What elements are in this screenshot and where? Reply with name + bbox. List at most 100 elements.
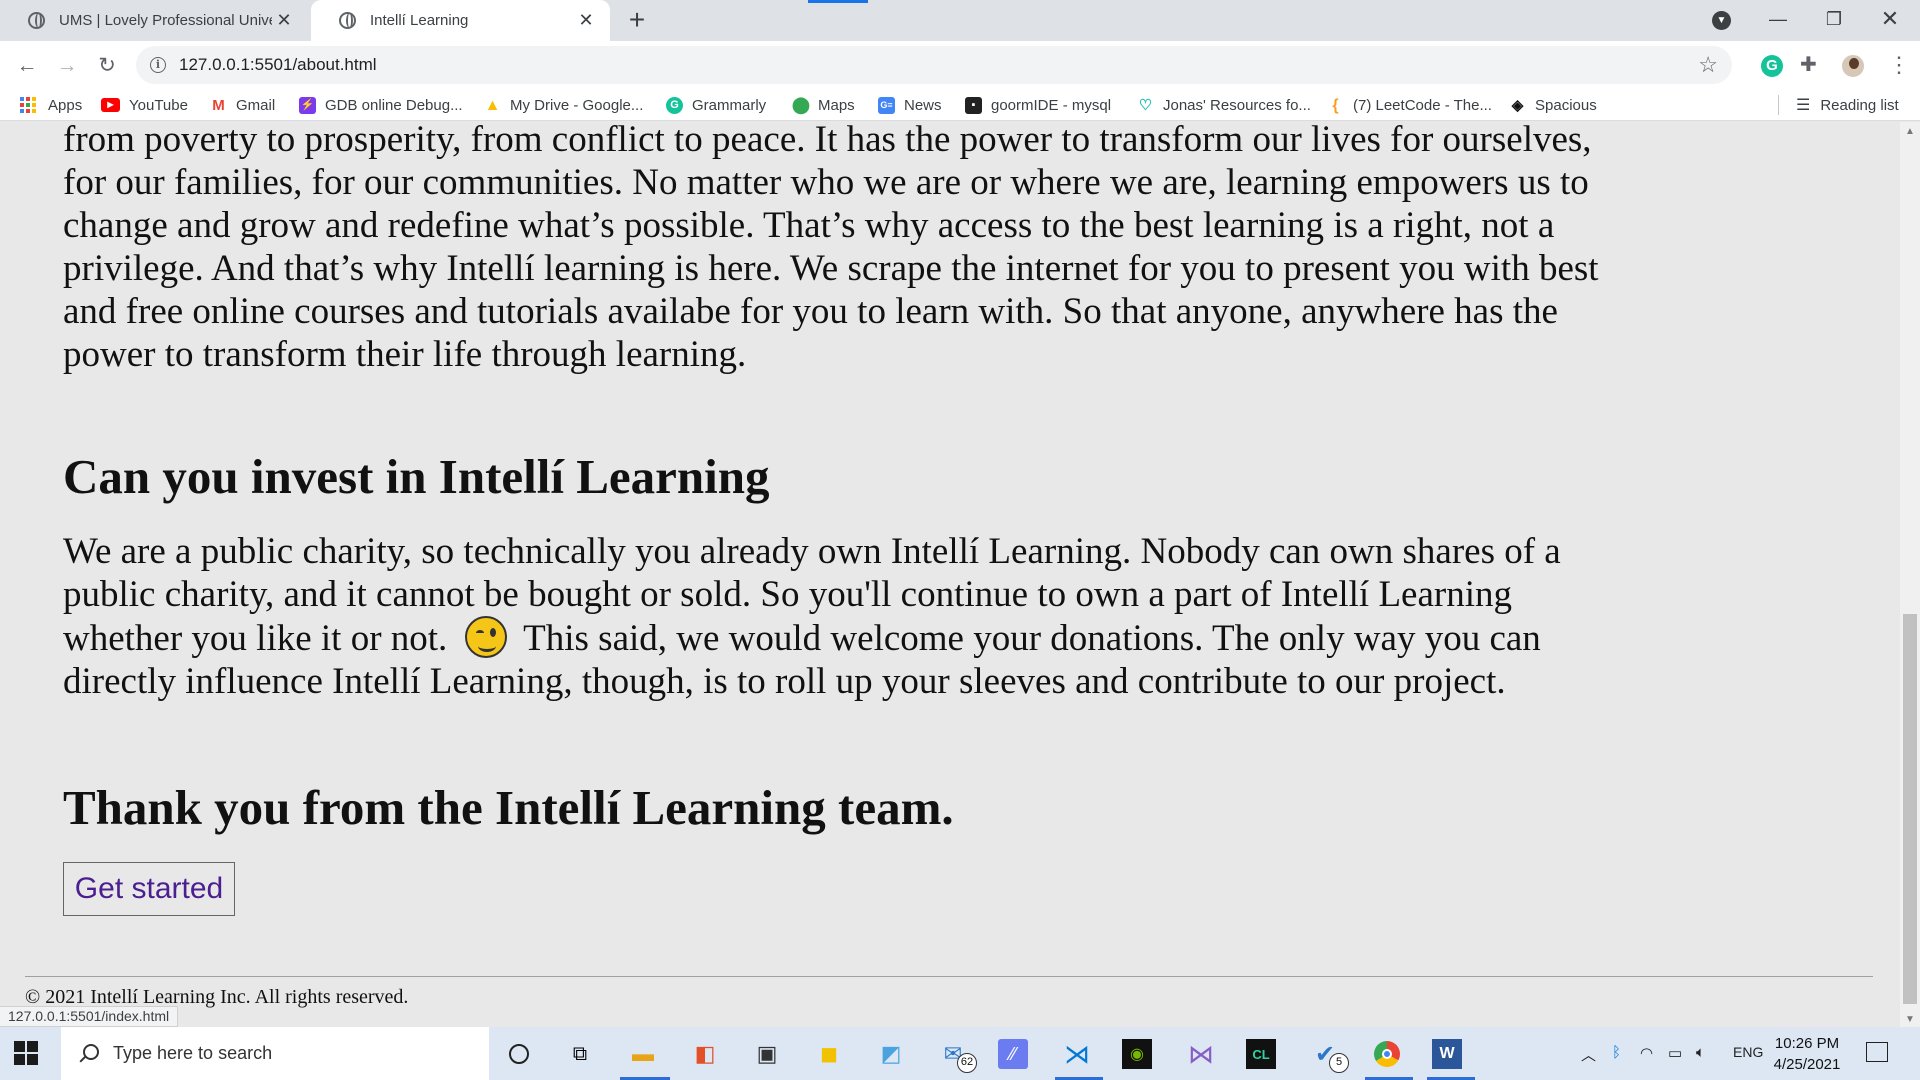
show-hidden-icons-chevron-icon[interactable]: ︿: [1581, 1044, 1596, 1065]
forward-button[interactable]: →: [52, 51, 82, 81]
bookmark-label: Jonas' Resources fo...: [1163, 96, 1311, 114]
mission-paragraph: from poverty to prosperity, from conflic…: [63, 122, 1599, 375]
get-started-button[interactable]: Get started: [63, 862, 235, 916]
back-button[interactable]: ←: [12, 51, 42, 81]
file-explorer-icon[interactable]: ▬: [626, 1037, 660, 1071]
bookmark-grammarly[interactable]: G Grammarly: [666, 95, 766, 115]
bookmark-label: YouTube: [129, 96, 188, 114]
cortana-icon[interactable]: [502, 1037, 536, 1071]
bookmark-leetcode[interactable]: { (7) LeetCode - The...: [1327, 95, 1492, 115]
heart-icon: ♡: [1138, 96, 1153, 114]
input-language[interactable]: ENG: [1733, 1044, 1763, 1060]
bookmarks-bar: Apps ▶ YouTube M Gmail ⚡ GDB online Debu…: [0, 89, 1920, 121]
bookmark-apps[interactable]: Apps: [20, 95, 82, 115]
bookmark-spacious[interactable]: ◈ Spacious: [1509, 95, 1597, 115]
bookmark-label: News: [904, 96, 942, 114]
windows-taskbar: Type here to search ⧉ ▬ ◧ ▣ ◼ ◩ ✉ 62 ⁄⁄ …: [0, 1027, 1920, 1080]
close-tab-icon[interactable]: ✕: [574, 10, 598, 31]
bookmark-label: Spacious: [1535, 96, 1597, 114]
clion-icon[interactable]: CL: [1246, 1039, 1276, 1069]
bookmark-gmail[interactable]: M Gmail: [210, 95, 275, 115]
close-tab-icon[interactable]: ✕: [272, 10, 296, 31]
about-page: from poverty to prosperity, from conflic…: [0, 122, 1900, 1027]
bookmark-gdb[interactable]: ⚡ GDB online Debug...: [299, 95, 463, 115]
loading-indicator: [808, 0, 868, 3]
bookmark-label: GDB online Debug...: [325, 96, 463, 114]
bookmark-news[interactable]: G≡ News: [878, 95, 942, 115]
url-text[interactable]: 127.0.0.1:5501/about.html: [179, 55, 1698, 75]
bookmark-label: My Drive - Google...: [510, 96, 644, 114]
site-info-icon[interactable]: i: [150, 57, 166, 73]
gmail-icon: M: [210, 96, 227, 114]
tab-title: Intellí Learning: [370, 12, 469, 29]
bookmark-youtube[interactable]: ▶ YouTube: [101, 95, 188, 115]
bluetooth-icon[interactable]: ᛒ: [1612, 1044, 1621, 1061]
taskbar-clock[interactable]: 10:26 PM 4/25/2021: [1761, 1033, 1853, 1075]
bookmark-label: Maps: [818, 96, 855, 114]
gdb-icon: ⚡: [299, 96, 316, 114]
extensions-puzzle-icon[interactable]: ✚: [1800, 52, 1817, 77]
office-icon[interactable]: ◧: [688, 1037, 722, 1071]
address-bar[interactable]: i 127.0.0.1:5501/about.html ☆: [136, 46, 1732, 84]
search-placeholder: Type here to search: [113, 1043, 273, 1063]
bookmark-star-icon[interactable]: ☆: [1698, 52, 1718, 78]
chrome-icon[interactable]: [1370, 1037, 1404, 1071]
tab-ums[interactable]: UMS | Lovely Professional Univer ✕: [0, 0, 308, 41]
bookmark-maps[interactable]: ⬤ Maps: [792, 95, 855, 115]
sticky-notes-icon[interactable]: ◼: [812, 1037, 846, 1071]
bookmark-drive[interactable]: ▲ My Drive - Google...: [484, 95, 644, 115]
youtube-icon: ▶: [101, 98, 120, 112]
bookmark-goorm[interactable]: ▪ goormIDE - mysql: [965, 95, 1111, 115]
minimize-button[interactable]: —: [1750, 0, 1806, 41]
scrollbar-thumb[interactable]: [1903, 614, 1917, 1004]
action-center-icon[interactable]: [1866, 1042, 1888, 1062]
windows-start-icon[interactable]: [14, 1041, 38, 1065]
bookmark-jonas[interactable]: ♡ Jonas' Resources fo...: [1137, 95, 1311, 115]
bookmark-label: Apps: [48, 96, 83, 114]
nvidia-icon[interactable]: ◉: [1122, 1039, 1152, 1069]
reading-list-button[interactable]: ☰ Reading list: [1796, 95, 1899, 115]
tab-strip: UMS | Lovely Professional Univer ✕ Intel…: [0, 0, 1920, 41]
bookmark-label: (7) LeetCode - The...: [1353, 96, 1492, 114]
footer-divider: [25, 976, 1873, 977]
bookmark-label: goormIDE - mysql: [991, 96, 1112, 114]
close-window-button[interactable]: ✕: [1862, 0, 1918, 41]
link-status-bubble: 127.0.0.1:5501/index.html: [0, 1006, 179, 1027]
store-icon[interactable]: ▣: [750, 1037, 784, 1071]
vscode-icon[interactable]: ⋊: [1060, 1037, 1094, 1071]
app-icon[interactable]: ◩: [874, 1037, 908, 1071]
visual-studio-icon[interactable]: ⋈: [1184, 1037, 1218, 1071]
reading-list-label: Reading list: [1820, 96, 1899, 114]
invest-paragraph: We are a public charity, so technically …: [63, 530, 1633, 703]
page-scrollbar[interactable]: ▲ ▼: [1900, 122, 1920, 1027]
grammarly-extension-icon[interactable]: G: [1761, 55, 1783, 77]
taskbar-search-box[interactable]: Type here to search: [61, 1027, 489, 1080]
profile-avatar[interactable]: [1840, 53, 1866, 79]
scroll-down-arrow-icon[interactable]: ▼: [1905, 1014, 1915, 1025]
spacious-icon: ◈: [1511, 96, 1524, 114]
task-view-icon[interactable]: ⧉: [563, 1037, 597, 1071]
news-icon: G≡: [878, 96, 895, 114]
apps-grid-icon: [20, 97, 36, 113]
reading-list-icon: ☰: [1796, 97, 1811, 114]
tab-search-icon[interactable]: ▼: [1712, 11, 1731, 30]
tab-intelli-learning[interactable]: Intellí Learning ✕: [311, 0, 610, 41]
restore-button[interactable]: ❐: [1806, 0, 1862, 41]
globe-icon: [339, 12, 356, 29]
scroll-up-arrow-icon[interactable]: ▲: [1905, 126, 1915, 137]
menu-kebab-icon[interactable]: ⋮: [1888, 51, 1910, 79]
wifi-icon[interactable]: ◠: [1640, 1044, 1653, 1062]
winking-face-icon: [464, 616, 507, 658]
goorm-icon: ▪: [965, 96, 982, 114]
new-tab-button[interactable]: +: [622, 6, 652, 36]
globe-icon: [28, 12, 45, 29]
browser-toolbar: ← → ↻ i 127.0.0.1:5501/about.html ☆ G ✚ …: [0, 41, 1920, 89]
volume-icon[interactable]: 🔈︎: [1696, 1044, 1705, 1061]
reload-button[interactable]: ↻: [92, 51, 122, 81]
invest-heading: Can you invest in Intellí Learning: [63, 449, 770, 504]
battery-icon[interactable]: ▭: [1668, 1044, 1682, 1062]
word-icon[interactable]: W: [1432, 1039, 1462, 1069]
mail-badge: 62: [957, 1053, 977, 1073]
editor-app-icon[interactable]: ⁄⁄: [998, 1039, 1028, 1069]
thanks-heading: Thank you from the Intellí Learning team…: [63, 780, 954, 835]
